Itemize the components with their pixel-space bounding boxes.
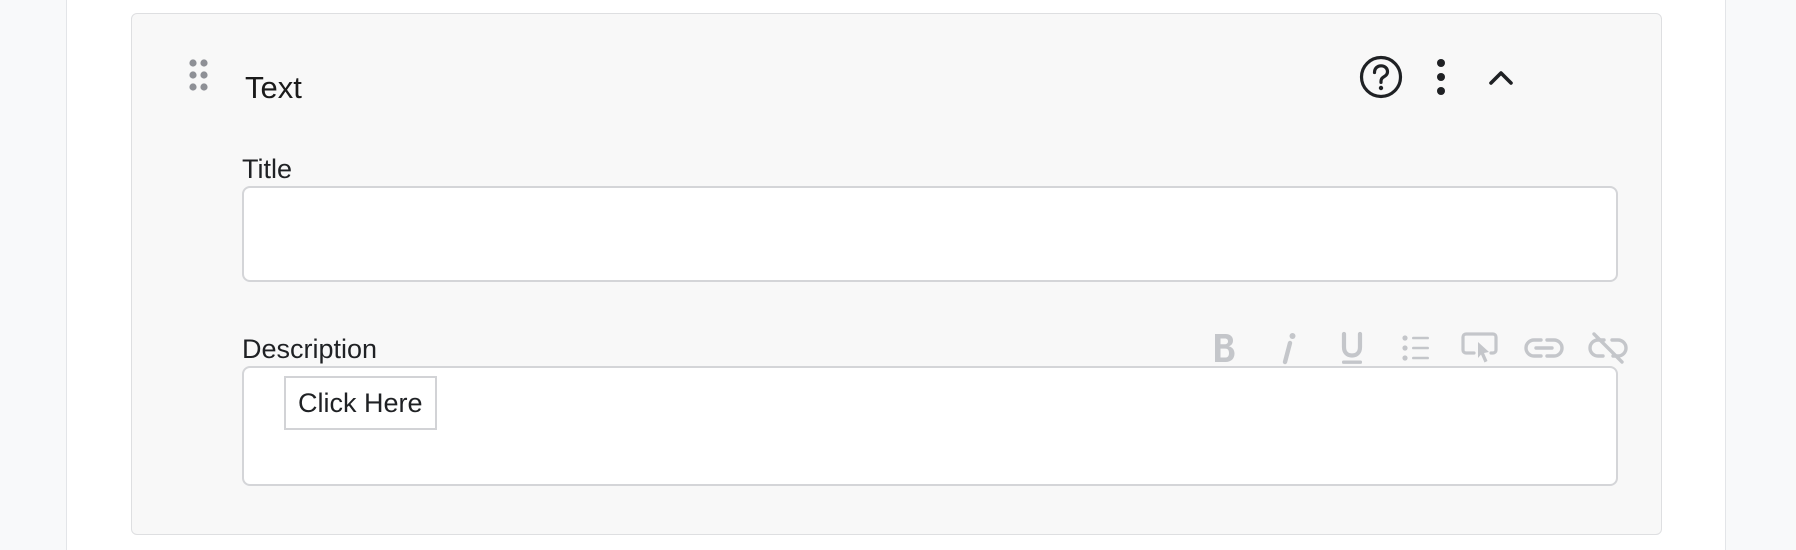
click-here-button[interactable]: Click Here [284, 376, 437, 430]
help-circle-icon[interactable] [1358, 54, 1404, 100]
bullet-list-icon[interactable] [1384, 326, 1448, 370]
title-label: Title [242, 154, 293, 184]
description-toolbar [1192, 326, 1640, 370]
underline-icon[interactable] [1320, 326, 1384, 370]
drag-handle-icon[interactable] [187, 57, 211, 93]
more-vertical-icon[interactable] [1428, 54, 1454, 100]
chevron-up-icon[interactable] [1484, 66, 1518, 90]
description-editor[interactable]: Click Here [242, 366, 1618, 486]
unlink-icon[interactable] [1576, 326, 1640, 370]
title-input[interactable] [242, 186, 1618, 282]
italic-icon[interactable] [1256, 326, 1320, 370]
bold-icon[interactable] [1192, 326, 1256, 370]
button-cursor-icon[interactable] [1448, 326, 1512, 370]
block-title: Text [245, 70, 302, 105]
description-label: Description [242, 334, 378, 364]
page-column: Text Title Description Click Here [66, 0, 1726, 550]
text-block-card: Text Title Description Click Here [131, 13, 1662, 535]
link-icon[interactable] [1512, 326, 1576, 370]
